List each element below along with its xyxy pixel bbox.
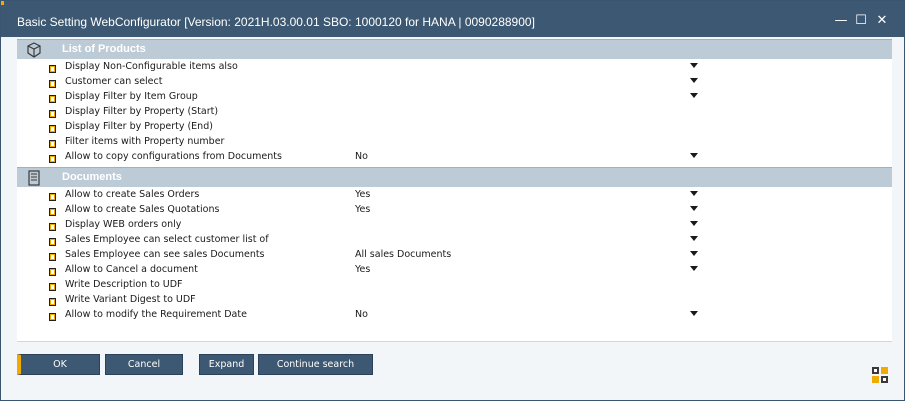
close-button[interactable]: ✕ bbox=[874, 13, 890, 29]
setting-row[interactable]: Display Non-Configurable items also bbox=[17, 60, 892, 75]
setting-label: Allow to create Sales Quotations bbox=[65, 204, 220, 215]
settings-content: List of Products Display Non-Configurabl… bbox=[17, 39, 892, 341]
setting-value[interactable]: No bbox=[355, 309, 368, 320]
divider bbox=[17, 341, 892, 342]
setting-row[interactable]: Sales Employee can select customer list … bbox=[17, 233, 892, 248]
continue-search-button[interactable]: Continue search bbox=[258, 354, 373, 375]
setting-label: Allow to Cancel a document bbox=[65, 264, 198, 275]
setting-label: Customer can select bbox=[65, 76, 163, 87]
minimize-button[interactable]: — bbox=[833, 13, 849, 29]
dropdown-arrow-icon[interactable] bbox=[690, 311, 698, 316]
setting-label: Write Variant Digest to UDF bbox=[65, 294, 196, 305]
row-marker-icon bbox=[49, 155, 56, 163]
row-marker-icon bbox=[49, 253, 56, 261]
row-marker-icon bbox=[49, 125, 56, 133]
row-marker-icon bbox=[49, 298, 56, 306]
section-header-list-of-products[interactable]: List of Products bbox=[17, 39, 892, 59]
setting-label: Allow to create Sales Orders bbox=[65, 189, 200, 200]
setting-row[interactable]: Display Filter by Property (End) bbox=[17, 120, 892, 135]
expand-button[interactable]: Expand bbox=[199, 354, 254, 375]
settings-window: Basic Setting WebConfigurator [Version: … bbox=[0, 0, 905, 401]
row-marker-icon bbox=[49, 313, 56, 321]
setting-value[interactable]: Yes bbox=[355, 264, 370, 275]
row-marker-icon bbox=[49, 65, 56, 73]
row-marker-icon bbox=[49, 110, 56, 118]
setting-label: Sales Employee can see sales Documents bbox=[65, 249, 265, 260]
setting-row[interactable]: Write Variant Digest to UDF bbox=[17, 293, 892, 308]
row-marker-icon bbox=[49, 80, 56, 88]
setting-row[interactable]: Allow to copy configurations from Docume… bbox=[17, 150, 892, 165]
accent-mark bbox=[1, 1, 4, 5]
setting-row[interactable]: Allow to create Sales Orders Yes bbox=[17, 188, 892, 203]
setting-label: Write Description to UDF bbox=[65, 279, 183, 290]
row-marker-icon bbox=[49, 238, 56, 246]
title-bar[interactable]: Basic Setting WebConfigurator [Version: … bbox=[1, 1, 904, 37]
row-marker-icon bbox=[49, 95, 56, 103]
setting-label: Display Filter by Property (End) bbox=[65, 121, 213, 132]
setting-row[interactable]: Allow to create Sales Quotations Yes bbox=[17, 203, 892, 218]
section-title: Documents bbox=[62, 171, 122, 183]
row-marker-icon bbox=[49, 193, 56, 201]
setting-row[interactable]: Display Filter by Property (Start) bbox=[17, 105, 892, 120]
dropdown-arrow-icon[interactable] bbox=[690, 251, 698, 256]
setting-row[interactable]: Display Filter by Item Group bbox=[17, 90, 892, 105]
setting-label: Display Filter by Item Group bbox=[65, 91, 198, 102]
cube-icon bbox=[27, 42, 41, 58]
setting-row[interactable]: Display WEB orders only bbox=[17, 218, 892, 233]
row-marker-icon bbox=[49, 208, 56, 216]
section-title: List of Products bbox=[62, 43, 146, 55]
ok-button[interactable]: OK bbox=[17, 354, 100, 375]
setting-row[interactable]: Write Description to UDF bbox=[17, 278, 892, 293]
cancel-button[interactable]: Cancel bbox=[105, 354, 183, 375]
setting-label: Allow to copy configurations from Docume… bbox=[65, 151, 282, 162]
setting-row[interactable]: Allow to Cancel a document Yes bbox=[17, 263, 892, 278]
setting-label: Display Non-Configurable items also bbox=[65, 61, 238, 72]
row-marker-icon bbox=[49, 283, 56, 291]
dropdown-arrow-icon[interactable] bbox=[690, 266, 698, 271]
setting-value[interactable]: Yes bbox=[355, 189, 370, 200]
setting-value[interactable]: All sales Documents bbox=[355, 249, 451, 260]
setting-label: Display WEB orders only bbox=[65, 219, 182, 230]
row-marker-icon bbox=[49, 223, 56, 231]
dropdown-arrow-icon[interactable] bbox=[690, 206, 698, 211]
setting-row[interactable]: Customer can select bbox=[17, 75, 892, 90]
setting-label: Display Filter by Property (Start) bbox=[65, 106, 219, 117]
document-list-icon bbox=[28, 170, 40, 186]
row-marker-icon bbox=[49, 268, 56, 276]
section-header-documents[interactable]: Documents bbox=[17, 167, 892, 187]
setting-row[interactable]: Sales Employee can see sales Documents A… bbox=[17, 248, 892, 263]
setting-value[interactable]: Yes bbox=[355, 204, 370, 215]
dropdown-arrow-icon[interactable] bbox=[690, 63, 698, 68]
setting-label: Allow to modify the Requirement Date bbox=[65, 309, 247, 320]
sap-logo-icon bbox=[872, 367, 888, 383]
dropdown-arrow-icon[interactable] bbox=[690, 93, 698, 98]
maximize-button[interactable]: ☐ bbox=[853, 13, 869, 29]
setting-value[interactable]: No bbox=[355, 151, 368, 162]
setting-row[interactable]: Filter items with Property number bbox=[17, 135, 892, 150]
dropdown-arrow-icon[interactable] bbox=[690, 153, 698, 158]
dropdown-arrow-icon[interactable] bbox=[690, 78, 698, 83]
dropdown-arrow-icon[interactable] bbox=[690, 191, 698, 196]
setting-label: Sales Employee can select customer list … bbox=[65, 234, 269, 245]
setting-row[interactable]: Allow to modify the Requirement Date No bbox=[17, 308, 892, 323]
window-title: Basic Setting WebConfigurator [Version: … bbox=[17, 15, 535, 29]
setting-label: Filter items with Property number bbox=[65, 136, 225, 147]
dropdown-arrow-icon[interactable] bbox=[690, 221, 698, 226]
dropdown-arrow-icon[interactable] bbox=[690, 236, 698, 241]
row-marker-icon bbox=[49, 140, 56, 148]
